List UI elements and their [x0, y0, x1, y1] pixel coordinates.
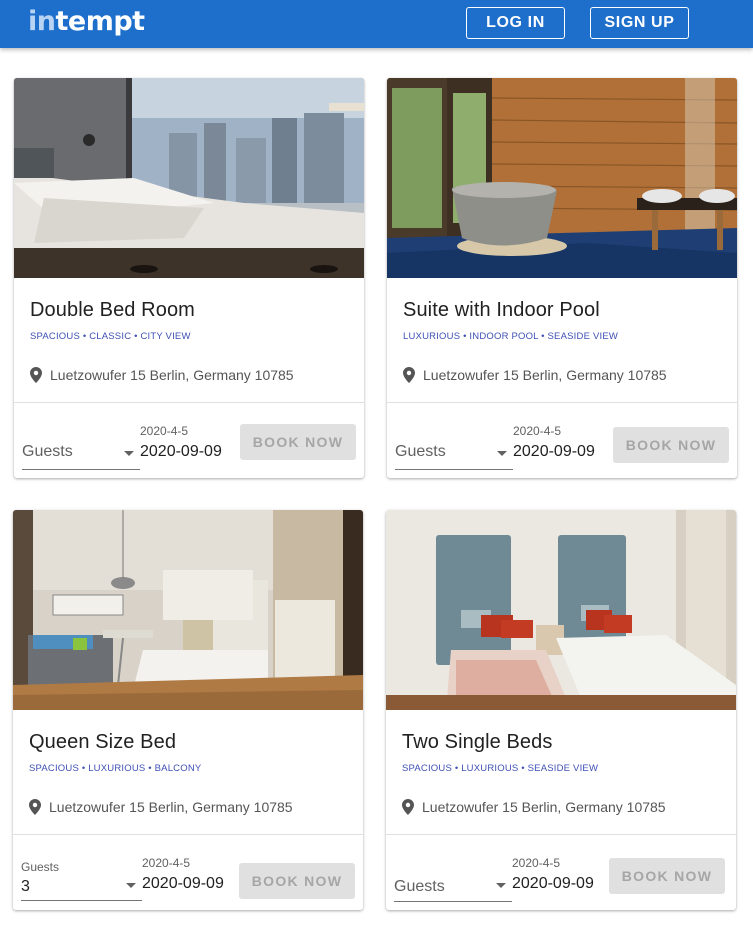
- guests-label: Guests: [21, 860, 60, 874]
- room-title: Suite with Indoor Pool: [403, 299, 600, 321]
- room-title: Queen Size Bed: [29, 731, 177, 753]
- card-divider: [386, 834, 736, 835]
- room-card: Queen Size Bed SPACIOUS • LUXURIOUS • BA…: [13, 510, 363, 910]
- book-now-button[interactable]: BOOK NOW: [613, 427, 729, 463]
- room-card: Two Single Beds SPACIOUS • LUXURIOUS • S…: [386, 510, 736, 910]
- dropdown-arrow-icon: [496, 883, 506, 888]
- guests-select[interactable]: Guests: [394, 856, 512, 902]
- room-title: Two Single Beds: [402, 731, 553, 753]
- guests-label: Guests: [395, 443, 446, 460]
- book-now-button[interactable]: BOOK NOW: [240, 424, 356, 460]
- location-pin-icon: [29, 799, 41, 815]
- room-location: Luetzowufer 15 Berlin, Germany 10785: [403, 367, 667, 383]
- book-now-button[interactable]: BOOK NOW: [239, 863, 355, 899]
- room-tags: SPACIOUS • LUXURIOUS • BALCONY: [29, 763, 202, 774]
- guests-value: 3: [21, 878, 30, 895]
- room-card: Double Bed Room SPACIOUS • CLASSIC • CIT…: [14, 78, 364, 478]
- date-field[interactable]: 2020-09-09: [142, 875, 224, 893]
- address-text: Luetzowufer 15 Berlin, Germany 10785: [50, 367, 294, 383]
- guests-label: Guests: [394, 878, 445, 895]
- location-pin-icon: [30, 367, 42, 383]
- date-label: 2020-4-5: [140, 424, 189, 438]
- card-divider: [387, 402, 737, 403]
- room-tags: LUXURIOUS • INDOOR POOL • SEASIDE VIEW: [403, 331, 619, 342]
- signup-button[interactable]: SIGN UP: [590, 7, 689, 39]
- guests-select[interactable]: Guests 3: [21, 856, 142, 901]
- book-now-button[interactable]: BOOK NOW: [609, 858, 725, 894]
- logo-suffix: tempt: [55, 6, 145, 37]
- address-text: Luetzowufer 15 Berlin, Germany 10785: [423, 367, 667, 383]
- room-photo-queen-bed[interactable]: [13, 510, 363, 710]
- location-pin-icon: [402, 799, 414, 815]
- room-photo-double-bed[interactable]: [14, 78, 364, 278]
- card-divider: [14, 402, 364, 403]
- dropdown-arrow-icon: [497, 451, 507, 456]
- dropdown-arrow-icon: [124, 451, 134, 456]
- address-text: Luetzowufer 15 Berlin, Germany 10785: [49, 799, 293, 815]
- dropdown-arrow-icon: [126, 883, 136, 888]
- date-field[interactable]: 2020-09-09: [513, 443, 595, 461]
- intempt-logo[interactable]: intempt: [28, 6, 145, 37]
- room-title: Double Bed Room: [30, 299, 195, 321]
- card-divider: [13, 834, 363, 835]
- location-pin-icon: [403, 367, 415, 383]
- guests-select[interactable]: Guests: [395, 424, 513, 470]
- app-header: intempt LOG IN SIGN UP: [0, 0, 753, 48]
- logo-prefix: in: [28, 6, 56, 37]
- guests-label: Guests: [22, 443, 73, 460]
- room-location: Luetzowufer 15 Berlin, Germany 10785: [29, 799, 293, 815]
- login-button[interactable]: LOG IN: [466, 7, 565, 39]
- room-photo-suite-pool[interactable]: [387, 78, 737, 278]
- room-tags: SPACIOUS • LUXURIOUS • SEASIDE VIEW: [402, 763, 599, 774]
- date-label: 2020-4-5: [142, 856, 191, 870]
- date-label: 2020-4-5: [512, 856, 561, 870]
- room-tags: SPACIOUS • CLASSIC • CITY VIEW: [30, 331, 191, 342]
- room-card: Suite with Indoor Pool LUXURIOUS • INDOO…: [387, 78, 737, 478]
- guests-select[interactable]: Guests: [22, 424, 140, 470]
- date-label: 2020-4-5: [513, 424, 562, 438]
- room-location: Luetzowufer 15 Berlin, Germany 10785: [30, 367, 294, 383]
- room-location: Luetzowufer 15 Berlin, Germany 10785: [402, 799, 666, 815]
- room-photo-two-single-beds[interactable]: [386, 510, 736, 710]
- date-field[interactable]: 2020-09-09: [140, 443, 222, 461]
- date-field[interactable]: 2020-09-09: [512, 875, 594, 893]
- address-text: Luetzowufer 15 Berlin, Germany 10785: [422, 799, 666, 815]
